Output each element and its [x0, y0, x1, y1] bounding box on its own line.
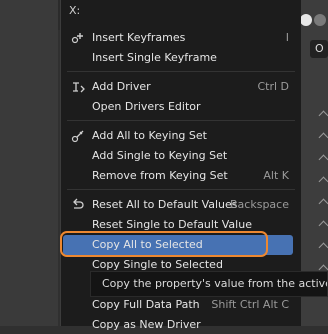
reset-icon [71, 198, 85, 212]
menu-item-add-driver[interactable]: Add Driver Ctrl D [61, 78, 301, 96]
menu-item-reset-all-to-default[interactable]: Reset All to Default Values Backspace [61, 196, 301, 214]
menu-item-label: Copy Full Data Path [92, 298, 200, 311]
menu-title: X: [69, 4, 81, 17]
menu-separator [67, 71, 295, 72]
menu-item-label: Open Drivers Editor [92, 100, 201, 113]
menu-item-label: Add All to Keying Set [92, 129, 207, 142]
radio-button-active[interactable] [300, 14, 312, 26]
menu-item-label: Add Single to Keying Set [92, 149, 228, 162]
menu-item-label: Remove from Keying Set [92, 169, 228, 182]
menu-item-shortcut: Shift Ctrl Alt C [211, 298, 289, 311]
menu-item-open-drivers-editor[interactable]: Open Drivers Editor [61, 98, 301, 116]
menu-item-label: Reset All to Default Values [92, 198, 238, 211]
menu-item-copy-as-new-driver[interactable]: Copy as New Driver [61, 316, 301, 334]
menu-item-remove-from-keying-set[interactable]: Remove from Keying Set Alt K [61, 167, 301, 185]
menu-separator [67, 120, 295, 121]
background-left-panel [0, 0, 58, 326]
driver-icon [71, 80, 85, 94]
menu-item-shortcut: Backspace [230, 198, 289, 211]
radio-button-inactive[interactable] [314, 14, 326, 26]
menu-separator [67, 189, 295, 190]
keyframe-insert-icon [71, 31, 85, 45]
menu-item-label: Insert Keyframes [92, 31, 186, 44]
properties-field[interactable]: O [310, 40, 328, 58]
menu-item-copy-full-data-path[interactable]: Copy Full Data Path Shift Ctrl Alt C [61, 296, 301, 314]
menu-item-label: Add Driver [92, 80, 151, 93]
menu-item-shortcut: Alt K [263, 169, 289, 182]
menu-item-shortcut: Ctrl D [257, 80, 289, 93]
menu-item-label: Insert Single Keyframe [92, 51, 217, 64]
keying-set-icon [71, 129, 85, 143]
annotation-highlight-ring [60, 231, 268, 257]
menu-item-add-all-to-keying-set[interactable]: Add All to Keying Set [61, 127, 301, 145]
tooltip: Copy the property's value from the activ… [90, 271, 328, 297]
menu-item-label: Copy as New Driver [92, 318, 201, 331]
menu-item-add-single-to-keying-set[interactable]: Add Single to Keying Set [61, 147, 301, 165]
menu-item-shortcut: I [285, 31, 289, 44]
menu-item-insert-single-keyframe[interactable]: Insert Single Keyframe [61, 49, 301, 67]
menu-item-insert-keyframes[interactable]: Insert Keyframes I [61, 29, 301, 47]
